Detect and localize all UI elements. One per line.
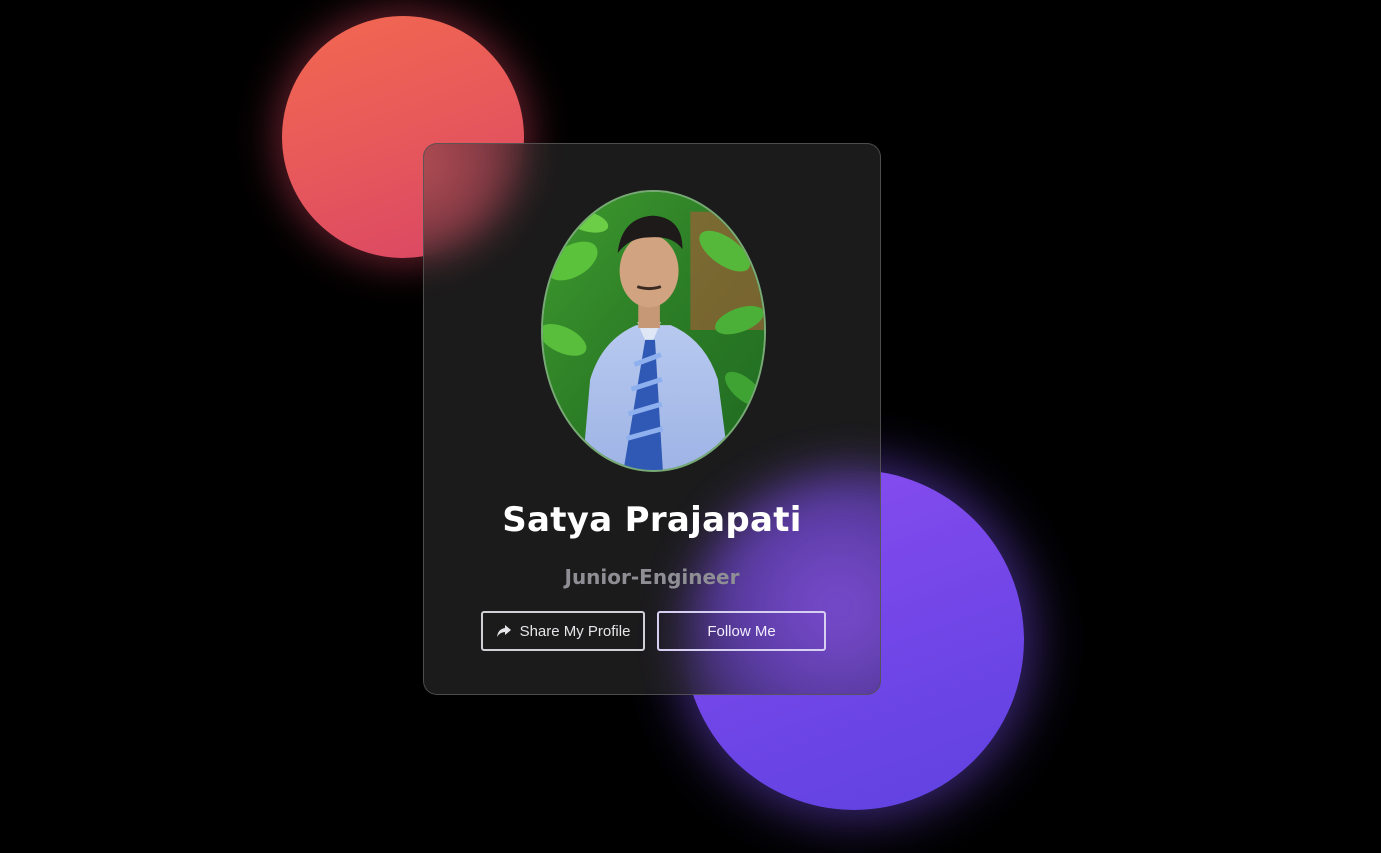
avatar <box>541 190 766 472</box>
follow-label: Follow Me <box>707 622 776 640</box>
profile-name: Satya Prajapati <box>502 500 802 540</box>
profile-card: Satya Prajapati Junior-Engineer Share My… <box>423 143 881 695</box>
profile-role: Junior-Engineer <box>564 565 740 589</box>
share-profile-button[interactable]: Share My Profile <box>481 611 645 651</box>
page-background: Satya Prajapati Junior-Engineer Share My… <box>0 0 1381 853</box>
card-coral-glow <box>424 144 525 259</box>
avatar-image <box>543 192 764 470</box>
share-icon <box>496 624 512 638</box>
follow-button[interactable]: Follow Me <box>657 611 826 651</box>
share-profile-label: Share My Profile <box>519 622 631 640</box>
